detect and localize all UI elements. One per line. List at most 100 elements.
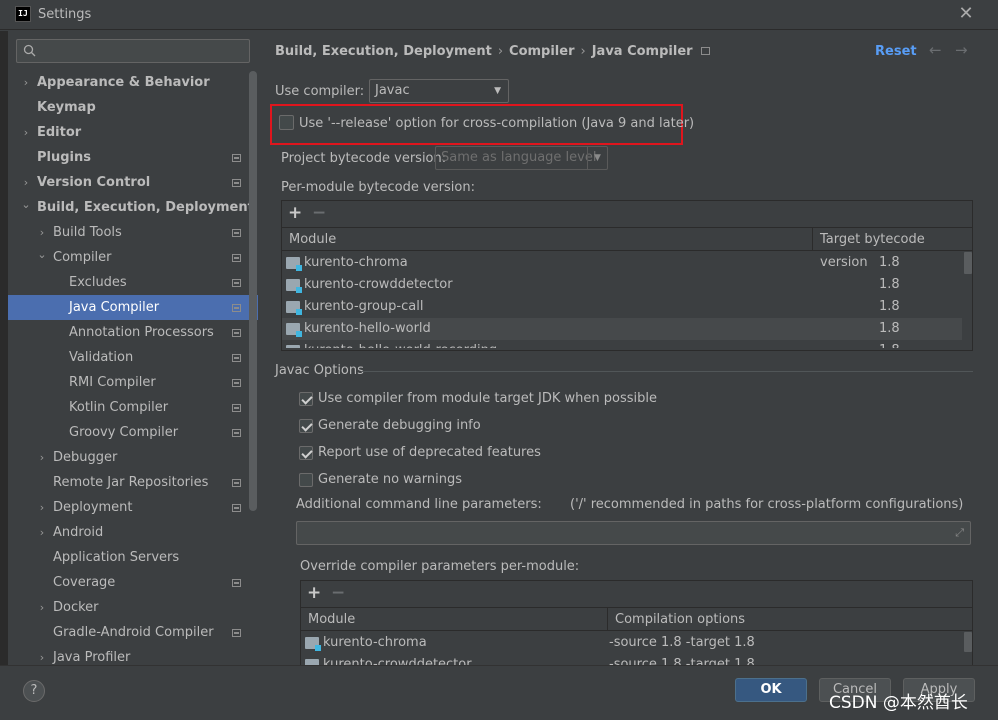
sidebar-item-label: Java Compiler <box>69 300 160 315</box>
module-icon <box>286 345 300 348</box>
module-name: kurento-group-call <box>304 299 424 314</box>
project-bytecode-select[interactable]: Same as language level ▼ <box>435 146 608 170</box>
sidebar-item[interactable]: RMI Compiler <box>8 370 258 395</box>
breadcrumb-part: Java Compiler <box>591 44 693 59</box>
target-version-value[interactable]: 1.8 <box>879 340 900 348</box>
javac-option-label: Generate no warnings <box>318 472 463 487</box>
javac-option-checkbox[interactable] <box>299 473 313 487</box>
module-name: kurento-hello-world <box>304 321 431 336</box>
chevron-right-icon[interactable]: › <box>36 520 48 545</box>
sidebar-item[interactable]: Annotation Processors <box>8 320 258 345</box>
title-bar: IJ Settings ✕ <box>0 0 998 30</box>
chevron-down-icon[interactable]: ⌄ <box>20 192 32 217</box>
sidebar-item[interactable]: ⌄ Build, Execution, Deployment <box>8 195 258 220</box>
settings-sidebar: › Appearance & Behavior Keymap › Editor Plugi… <box>8 31 258 665</box>
breadcrumb-separator: › <box>580 44 586 59</box>
javac-option-checkbox[interactable] <box>299 419 313 433</box>
sidebar-item[interactable]: Keymap <box>8 95 258 120</box>
chevron-right-icon[interactable]: › <box>20 70 32 95</box>
module-icon <box>286 301 302 315</box>
help-button[interactable]: ? <box>23 680 45 702</box>
table-row[interactable]: kurento-hello-world-recording 1.8 <box>282 340 962 348</box>
table-row[interactable]: kurento-group-call 1.8 <box>282 296 962 318</box>
forward-arrow-icon[interactable]: → <box>955 41 968 59</box>
sidebar-item[interactable]: › Android <box>8 520 258 545</box>
project-scope-icon <box>232 404 241 412</box>
sidebar-item[interactable]: Coverage <box>8 570 258 595</box>
sidebar-item[interactable]: Groovy Compiler <box>8 420 258 445</box>
sidebar-item[interactable]: Kotlin Compiler <box>8 395 258 420</box>
sidebar-scrollbar[interactable] <box>249 71 257 511</box>
sidebar-item[interactable]: Java Compiler <box>8 295 258 320</box>
module-icon <box>286 257 302 271</box>
javac-options-title: Javac Options <box>275 363 364 378</box>
compiler-select[interactable]: Javac ▼ <box>369 79 509 103</box>
search-input[interactable] <box>16 39 250 63</box>
ok-button[interactable]: OK <box>735 678 807 702</box>
sidebar-item[interactable]: › Debugger <box>8 445 258 470</box>
target-version-value[interactable]: 1.8 <box>879 274 900 296</box>
table-row[interactable]: kurento-chroma -source 1.8 -target 1.8 <box>301 632 963 654</box>
sidebar-item[interactable]: Remote Jar Repositories <box>8 470 258 495</box>
compiler-select-value: Javac <box>375 83 410 98</box>
chevron-down-icon[interactable]: ⌄ <box>36 242 48 267</box>
table-row[interactable]: kurento-hello-world 1.8 <box>282 318 962 340</box>
target-version-value[interactable]: 1.8 <box>879 252 900 274</box>
remove-icon[interactable]: − <box>331 583 345 603</box>
sidebar-item[interactable]: › Appearance & Behavior <box>8 70 258 95</box>
javac-option-checkbox[interactable] <box>299 446 313 460</box>
remove-icon[interactable]: − <box>312 203 326 223</box>
sidebar-item-label: Build, Execution, Deployment <box>37 200 254 215</box>
reset-link[interactable]: Reset <box>875 44 917 59</box>
project-scope-icon <box>232 254 241 262</box>
breadcrumb-separator: › <box>497 44 504 59</box>
project-scope-icon <box>232 479 241 487</box>
sidebar-item[interactable]: Application Servers <box>8 545 258 570</box>
sidebar-item-label: Coverage <box>53 575 116 590</box>
chevron-right-icon[interactable]: › <box>20 120 32 145</box>
sidebar-item-label: Android <box>53 525 104 540</box>
sidebar-item[interactable]: › Editor <box>8 120 258 145</box>
project-scope-icon <box>232 304 241 312</box>
sidebar-item[interactable]: ⌄ Compiler <box>8 245 258 270</box>
table-scrollbar[interactable] <box>964 252 972 274</box>
per-module-table: + − Module Target bytecode version kuren… <box>281 200 973 351</box>
sidebar-item-label: Appearance & Behavior <box>37 75 210 90</box>
sidebar-item[interactable]: › Version Control <box>8 170 258 195</box>
chevron-right-icon[interactable]: › <box>36 495 48 520</box>
sidebar-item[interactable]: Excludes <box>8 270 258 295</box>
javac-option-checkbox[interactable] <box>299 392 313 406</box>
sidebar-item-label: Remote Jar Repositories <box>53 475 209 490</box>
add-icon[interactable]: + <box>307 583 321 603</box>
sidebar-item-label: Plugins <box>37 150 91 165</box>
sidebar-item[interactable]: › Docker <box>8 595 258 620</box>
sidebar-item[interactable]: Gradle-Android Compiler <box>8 620 258 645</box>
column-module[interactable]: Module <box>282 228 812 251</box>
compilation-options-value[interactable]: -source 1.8 -target 1.8 <box>609 632 755 654</box>
back-arrow-icon[interactable]: ← <box>929 41 942 59</box>
target-version-value[interactable]: 1.8 <box>879 296 900 318</box>
table-header: Module Target bytecode version <box>282 227 973 270</box>
chevron-right-icon[interactable]: › <box>36 595 48 620</box>
release-option-checkbox[interactable] <box>279 115 294 130</box>
close-icon[interactable]: ✕ <box>956 4 976 24</box>
module-icon <box>286 323 302 337</box>
column-target-version[interactable]: Target bytecode version <box>812 228 973 270</box>
expand-icon[interactable]: ⤢ <box>955 526 964 540</box>
table-row[interactable]: kurento-chroma 1.8 <box>282 252 962 274</box>
column-module[interactable]: Module <box>301 608 607 631</box>
sidebar-item-label: Excludes <box>69 275 127 290</box>
sidebar-item[interactable]: Plugins <box>8 145 258 170</box>
module-name: kurento-chroma <box>323 635 427 650</box>
table-row[interactable]: kurento-crowddetector 1.8 <box>282 274 962 296</box>
additional-params-hint: ('/' recommended in paths for cross-plat… <box>570 497 964 512</box>
sidebar-item-label: Build Tools <box>53 225 122 240</box>
table-scrollbar[interactable] <box>964 632 972 652</box>
target-version-value[interactable]: 1.8 <box>879 318 900 340</box>
sidebar-item[interactable]: Validation <box>8 345 258 370</box>
column-compilation-options[interactable]: Compilation options <box>607 608 973 631</box>
additional-params-input[interactable]: ⤢ <box>296 521 971 545</box>
sidebar-item[interactable]: › Deployment <box>8 495 258 520</box>
add-icon[interactable]: + <box>288 203 302 223</box>
chevron-right-icon[interactable]: › <box>36 445 48 470</box>
